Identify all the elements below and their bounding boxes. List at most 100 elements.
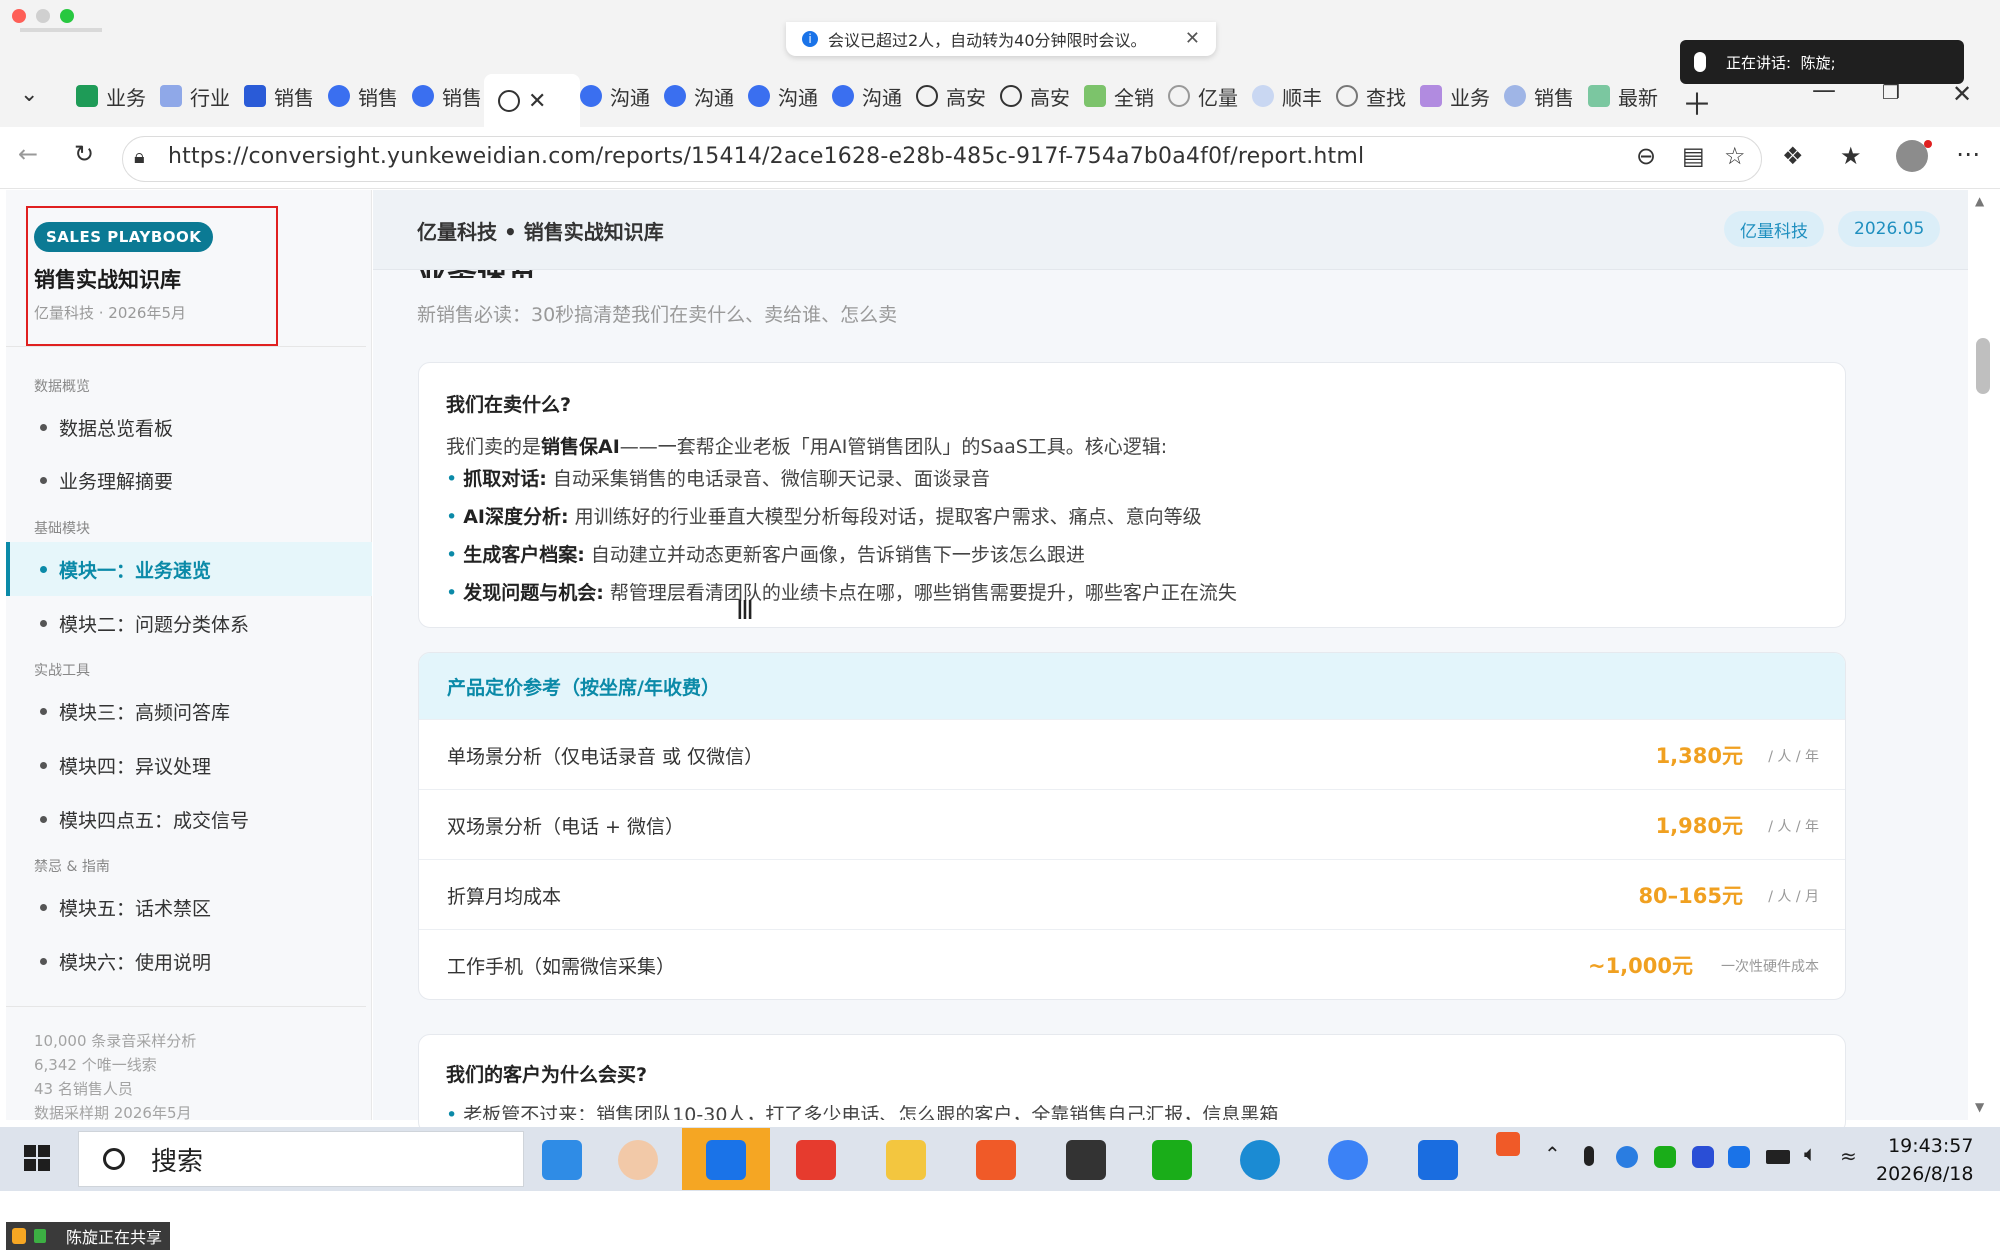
calculator-icon[interactable]: [1066, 1140, 1106, 1180]
search-icon: [103, 1148, 125, 1170]
scroll-up-icon[interactable]: ▲: [1975, 194, 1984, 208]
nav-section-label: 数据概览: [34, 379, 90, 395]
brand-title: 销售实战知识库: [34, 268, 181, 292]
file-explorer-icon[interactable]: [886, 1140, 926, 1180]
stat-leads: 6,342 个唯一线索: [34, 1056, 157, 1074]
tray-app-icon[interactable]: [1728, 1146, 1750, 1168]
tab[interactable]: 沟通: [832, 78, 908, 114]
wifi-icon[interactable]: ≈: [1840, 1144, 1857, 1168]
tab[interactable]: 业务: [76, 78, 152, 114]
sidebar-item-module-2[interactable]: 模块二：问题分类体系: [6, 596, 372, 650]
scroll-down-icon[interactable]: ▼: [1975, 1100, 1984, 1114]
tab[interactable]: 最新: [1588, 78, 1664, 114]
extensions-puzzle-icon[interactable]: ❖: [1782, 142, 1804, 170]
table-row: 双场景分析（电话 + 微信） 1,980元 / 人 / 年: [419, 789, 1845, 859]
tab[interactable]: 亿量: [1168, 78, 1244, 114]
sidebar-item-module-5[interactable]: 模块五：话术禁区: [6, 880, 372, 934]
tab[interactable]: 销售: [328, 78, 404, 114]
app-icon[interactable]: [542, 1140, 582, 1180]
sidebar-item-module-6[interactable]: 模块六：使用说明: [6, 934, 372, 988]
battery-icon[interactable]: [1766, 1150, 1790, 1164]
what-we-sell-title: 我们在卖什么?: [446, 394, 572, 416]
tab[interactable]: 沟通: [664, 78, 740, 114]
sidebar-item-module-4[interactable]: 模块四：异议处理: [6, 738, 372, 792]
new-tab-plus-icon[interactable]: ＋: [1682, 80, 1712, 124]
app-icon[interactable]: [1418, 1140, 1458, 1180]
tab[interactable]: 业务: [1420, 78, 1496, 114]
app-icon[interactable]: [618, 1140, 658, 1180]
tab[interactable]: 销售: [412, 78, 488, 114]
reader-mode-icon[interactable]: ▤: [1682, 142, 1705, 170]
speaking-indicator: 正在讲话: 陈旋;: [1680, 40, 1964, 84]
app-icon[interactable]: [976, 1140, 1016, 1180]
tab-active-report[interactable]: ✕: [484, 74, 580, 128]
stat-sample-period: 数据采样期 2026年5月: [34, 1104, 192, 1120]
back-arrow-icon[interactable]: ←: [18, 140, 38, 168]
nav-section-label: 基础模块: [34, 521, 90, 537]
tray-mic-icon[interactable]: [1584, 1146, 1594, 1166]
page-scrollbar[interactable]: [1970, 190, 2000, 1120]
reload-icon[interactable]: ↻: [74, 140, 94, 168]
notification-dot: [1924, 140, 1932, 148]
user-icon: [12, 1228, 26, 1244]
tab[interactable]: 查找: [1336, 78, 1412, 114]
header-title: 亿量科技 • 销售实战知识库: [417, 220, 664, 244]
stat-recordings: 10,000 条录音采样分析: [34, 1032, 197, 1050]
what-we-sell-lead: 我们卖的是销售保AI——一套帮企业老板「用AI管销售团队」的SaaS工具。核心逻…: [446, 436, 1168, 458]
close-tab-icon[interactable]: ✕: [528, 89, 546, 114]
list-item: • AI深度分析: 用训练好的行业垂直大模型分析每段对话，提取客户需求、痛点、意向…: [446, 506, 1202, 528]
sidebar-item-business-summary[interactable]: 业务理解摘要: [6, 453, 372, 507]
windows-start-icon[interactable]: [24, 1145, 50, 1171]
tray-chevron-up-icon[interactable]: ⌃: [1544, 1142, 1561, 1166]
tab[interactable]: 销售: [244, 78, 320, 114]
sales-playbook-badge: SALES PLAYBOOK: [34, 222, 214, 252]
taskbar-clock[interactable]: 19:43:57 2026/8/18: [1876, 1132, 1973, 1188]
tab[interactable]: 顺丰: [1252, 78, 1328, 114]
wechat-icon[interactable]: [1152, 1140, 1192, 1180]
window-close-icon[interactable]: ✕: [1952, 80, 1972, 108]
tab[interactable]: 全销: [1084, 78, 1160, 114]
wps-icon[interactable]: [796, 1140, 836, 1180]
sidebar-item-data-dashboard[interactable]: 数据总览看板: [6, 400, 372, 454]
minimize-window-button[interactable]: [36, 9, 50, 23]
maximize-window-button[interactable]: [60, 9, 74, 23]
app-icon[interactable]: [706, 1140, 746, 1180]
section-intro: 新销售必读：30秒搞清楚我们在卖什么、卖给谁、怎么卖: [417, 304, 898, 326]
close-notice-icon[interactable]: ✕: [1185, 28, 1200, 49]
tab[interactable]: 沟通: [748, 78, 824, 114]
tab[interactable]: 高安: [1000, 78, 1076, 114]
close-window-button[interactable]: [12, 9, 26, 23]
screen-share-indicator: 陈旋正在共享: [6, 1222, 171, 1250]
edge-browser-icon[interactable]: [1240, 1140, 1280, 1180]
volume-icon[interactable]: 🔈︎: [1804, 1142, 1817, 1167]
url-text[interactable]: https://conversight.yunkeweidian.com/rep…: [168, 144, 1364, 169]
more-menu-icon[interactable]: ⋯: [1956, 140, 1980, 168]
taskbar-search[interactable]: 搜索: [78, 1131, 524, 1187]
nav-section-label: 实战工具: [34, 663, 90, 679]
tab-list-chevron-icon[interactable]: ⌄: [20, 82, 38, 107]
tab[interactable]: 销售: [1504, 78, 1580, 114]
tray-app-icon[interactable]: [1616, 1146, 1638, 1168]
tray-app-icon[interactable]: [1496, 1132, 1520, 1156]
tray-wechat-icon[interactable]: [1654, 1146, 1676, 1168]
scrollbar-thumb[interactable]: [1976, 338, 1990, 394]
sidebar-item-module-3[interactable]: 模块三：高频问答库: [6, 684, 372, 738]
nav-section-label: 禁忌 & 指南: [34, 859, 110, 875]
sidebar-item-module-4-5[interactable]: 模块四点五：成交信号: [6, 792, 372, 846]
lock-icon[interactable]: 🔒︎: [134, 144, 145, 168]
table-row: 折算月均成本 80–165元 / 人 / 月: [419, 859, 1845, 929]
sidebar-divider: [6, 1006, 366, 1007]
tab[interactable]: 沟通: [580, 78, 656, 114]
sidebar-divider: [6, 346, 366, 347]
tab[interactable]: 高安: [916, 78, 992, 114]
favorite-star-icon[interactable]: ☆: [1724, 142, 1746, 170]
company-tag: 亿量科技: [1724, 211, 1824, 247]
sidebar-item-module-1[interactable]: 模块一：业务速览: [6, 542, 372, 596]
app-icon[interactable]: [1328, 1140, 1368, 1180]
list-item: • 发现问题与机会: 帮管理层看清团队的业绩卡点在哪，哪些销售需要提升，哪些客户正…: [446, 582, 1237, 604]
info-icon: i: [802, 31, 818, 47]
zoom-out-icon[interactable]: ⊖: [1636, 142, 1656, 170]
favorites-list-icon[interactable]: ★: [1840, 142, 1862, 170]
tray-shield-icon[interactable]: [1692, 1146, 1714, 1168]
tab[interactable]: 行业: [160, 78, 236, 114]
